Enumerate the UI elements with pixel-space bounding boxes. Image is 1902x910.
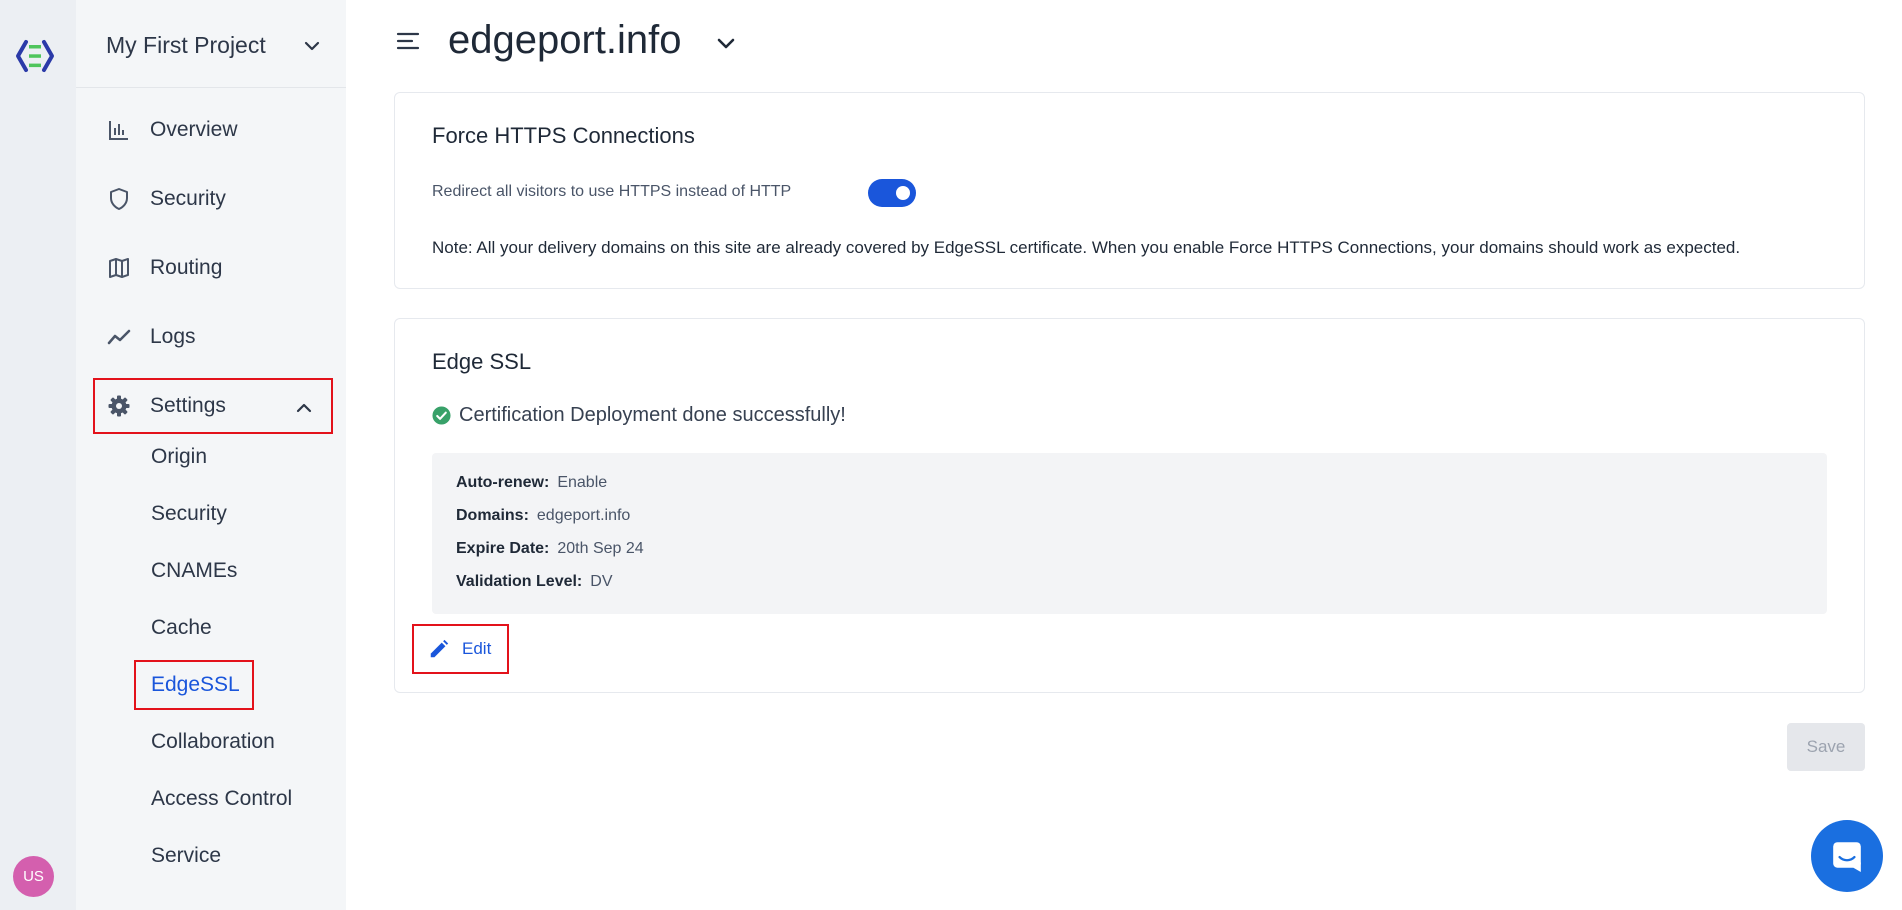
sidebar-item-security[interactable]: Security <box>106 179 226 219</box>
sidebar-item-routing[interactable]: Routing <box>106 248 222 288</box>
shield-icon <box>106 186 132 212</box>
status-text: Certification Deployment done successful… <box>459 404 846 426</box>
user-avatar[interactable]: US <box>13 856 54 897</box>
highlight-box-edgessl <box>134 660 254 710</box>
subnav-item-cache[interactable]: Cache <box>151 612 212 644</box>
edit-button[interactable]: Edit <box>412 624 509 674</box>
highlight-box-settings <box>93 378 333 434</box>
chat-launcher[interactable] <box>1811 820 1883 892</box>
ssl-status: Certification Deployment done successful… <box>432 404 846 427</box>
map-icon <box>106 255 132 281</box>
menu-icon[interactable] <box>396 30 422 52</box>
sidebar-item-label: Routing <box>150 256 223 279</box>
redirect-label: Redirect all visitors to use HTTPS inste… <box>432 183 792 200</box>
project-name: My First Project <box>106 32 266 58</box>
sidebar-item-label: Security <box>150 187 226 210</box>
edit-label: Edit <box>462 639 492 658</box>
trend-line-icon <box>106 324 132 350</box>
chevron-down-icon <box>304 41 320 51</box>
sidebar-nav: My First Project Overview Security Routi… <box>76 0 346 910</box>
sidebar-item-logs[interactable]: Logs <box>106 317 196 357</box>
https-note: Note: All your delivery domains on this … <box>432 238 1741 257</box>
detail-label: Auto-renew: <box>456 474 550 491</box>
pencil-icon <box>430 639 449 658</box>
subnav-item-collaboration[interactable]: Collaboration <box>151 726 275 758</box>
app-logo[interactable] <box>14 38 56 74</box>
detail-value: Enable <box>557 474 608 491</box>
detail-label: Expire Date: <box>456 540 550 557</box>
bar-chart-icon <box>106 117 132 143</box>
subnav-item-access-control[interactable]: Access Control <box>151 783 292 815</box>
detail-label: Validation Level: <box>456 573 583 590</box>
detail-label: Domains: <box>456 507 529 524</box>
app-rail: US <box>0 0 76 910</box>
subnav-item-security[interactable]: Security <box>151 498 227 530</box>
sidebar-item-label: Logs <box>150 325 196 348</box>
detail-auto-renew: Auto-renew: Enable <box>456 474 607 492</box>
chevron-down-icon[interactable] <box>714 32 738 56</box>
ssl-details: Auto-renew: Enable Domains: edgeport.info … <box>432 453 1827 614</box>
check-circle-icon <box>432 406 451 425</box>
sidebar-item-label: Overview <box>150 118 238 141</box>
subnav-item-origin[interactable]: Origin <box>151 441 207 473</box>
subnav-item-service[interactable]: Service <box>151 840 221 872</box>
detail-value: 20th Sep 24 <box>557 540 644 557</box>
detail-validation-level: Validation Level: DV <box>456 573 613 591</box>
sidebar-item-overview[interactable]: Overview <box>106 110 238 150</box>
detail-domains: Domains: edgeport.info <box>456 507 630 525</box>
save-button[interactable]: Save <box>1787 723 1865 771</box>
edge-ssl-card: Edge SSL Certification Deployment done s… <box>394 318 1865 693</box>
domain-title: edgeport.info <box>448 18 682 62</box>
subnav-item-cnames[interactable]: CNAMEs <box>151 555 237 587</box>
chat-icon <box>1833 842 1861 872</box>
detail-value: DV <box>590 573 613 590</box>
detail-expire-date: Expire Date: 20th Sep 24 <box>456 540 644 558</box>
toggle-knob <box>896 186 910 200</box>
main-content: edgeport.info Force HTTPS Connections Re… <box>346 0 1902 910</box>
force-https-toggle[interactable] <box>868 179 916 207</box>
project-selector[interactable]: My First Project <box>76 0 346 88</box>
detail-value: edgeport.info <box>536 507 631 524</box>
force-https-card: Force HTTPS Connections Redirect all vis… <box>394 92 1865 289</box>
card-title: Force HTTPS Connections <box>432 123 695 148</box>
card-title: Edge SSL <box>432 349 532 374</box>
